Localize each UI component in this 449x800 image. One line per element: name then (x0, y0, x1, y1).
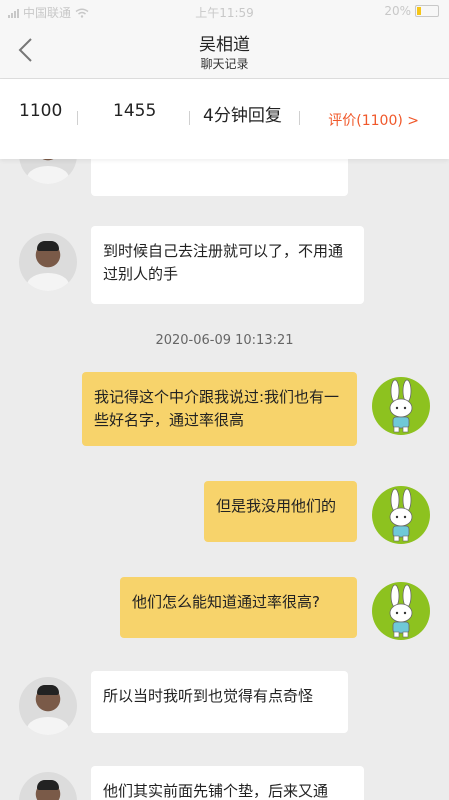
stat-divider (77, 111, 78, 125)
page-title: 吴相道 (199, 35, 250, 55)
rabbit-avatar-icon (389, 379, 413, 433)
battery-icon (415, 5, 439, 17)
message-text: 到时候自己去注册就可以了，不用通过别人的手 (103, 242, 344, 283)
battery-info: 20% (384, 4, 439, 18)
stat-count: 1455 (113, 101, 157, 121)
message-bubble[interactable]: 到时候自己去注册就可以了，不用通过别人的手 (91, 226, 364, 304)
stat-divider (189, 111, 190, 125)
nav-bar: 吴相道 聊天记录 (0, 22, 449, 79)
message-bubble[interactable]: 我记得这个中介跟我说过:我们也有一些好名字，通过率很高 (82, 372, 357, 446)
avatar[interactable] (372, 486, 430, 544)
avatar[interactable] (372, 377, 430, 435)
message-text: 所以当时我听到也觉得有点奇怪 (103, 687, 314, 705)
status-time: 上午11:59 (195, 6, 254, 20)
chevron-up-icon[interactable] (216, 159, 232, 161)
message-bubble[interactable]: 他们怎么能知道通过率很高? (120, 577, 357, 638)
rabbit-avatar-icon (389, 584, 413, 638)
message-text: 一下 (103, 159, 133, 162)
rabbit-avatar-icon (389, 488, 413, 542)
stats-bar: 1100 1455 4分钟回复 评价(1100) > (0, 79, 449, 159)
avatar[interactable] (372, 582, 430, 640)
avatar[interactable] (19, 159, 77, 184)
message-timestamp: 2020-06-09 10:13:21 (155, 333, 294, 348)
message-text: 我记得这个中介跟我说过:我们也有一些好名字，通过率很高 (94, 388, 340, 429)
message-bubble[interactable]: 他们其实前面先铺个垫，后来又通 (91, 766, 364, 800)
stat-divider (299, 111, 300, 125)
message-text: 他们怎么能知道通过率很高? (132, 593, 320, 611)
stat-response-time: 4分钟回复 (203, 106, 282, 126)
avatar[interactable] (19, 677, 77, 735)
battery-percent: 20% (384, 4, 411, 18)
rating-link[interactable]: 评价(1100) > (328, 110, 419, 130)
avatar[interactable] (19, 772, 77, 800)
message-bubble[interactable]: 但是我没用他们的 (204, 481, 357, 542)
message-text: 但是我没用他们的 (216, 497, 337, 515)
status-bar: 中国联通 上午11:59 20% (0, 0, 449, 22)
avatar[interactable] (19, 233, 77, 291)
message-bubble[interactable]: 所以当时我听到也觉得有点奇怪 (91, 671, 348, 733)
chat-history[interactable]: 一下 到时候自己去注册就可以了，不用通过别人的手 2020-06-09 10:1… (0, 159, 449, 800)
page-subtitle: 聊天记录 (200, 57, 249, 71)
message-bubble[interactable]: 一下 (91, 159, 348, 196)
message-text: 他们其实前面先铺个垫，后来又通 (103, 782, 329, 800)
stat-orders: 1100 (19, 101, 63, 121)
